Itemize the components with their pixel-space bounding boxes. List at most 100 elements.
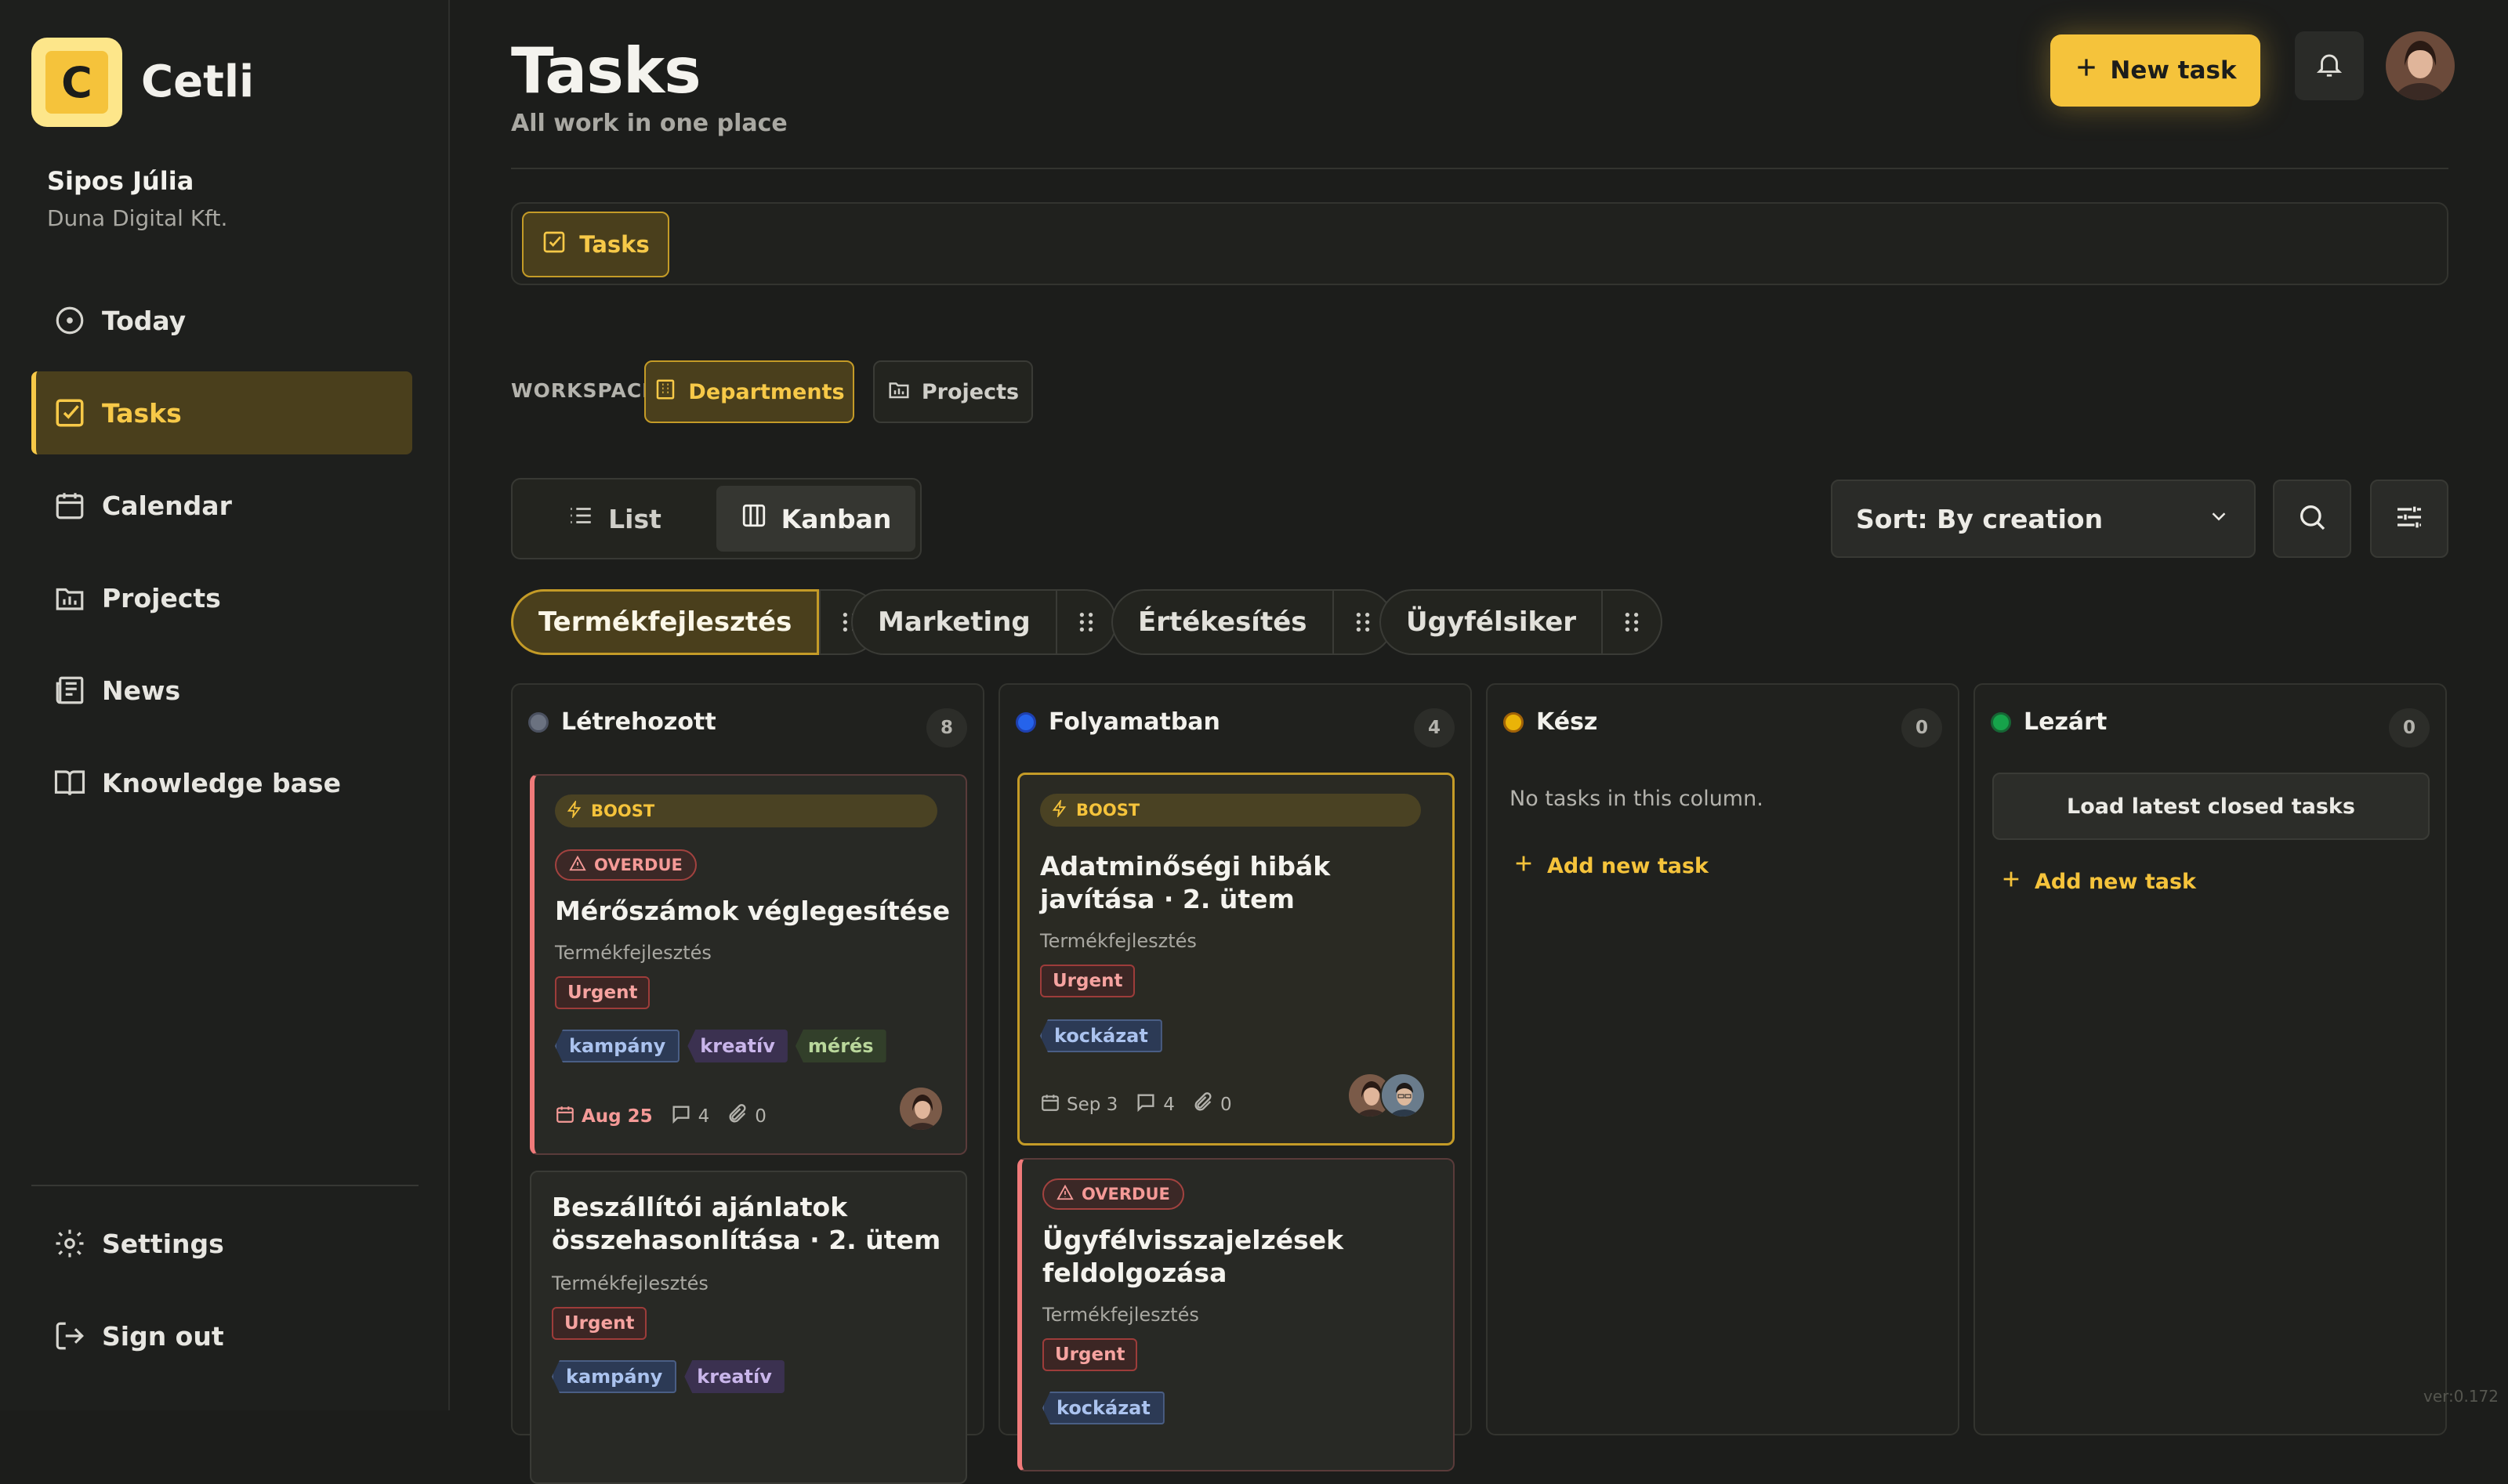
- bell-icon: [2314, 49, 2344, 82]
- sidebar-item-tasks[interactable]: Tasks: [31, 371, 412, 454]
- sidebar-item-label: Projects: [102, 583, 221, 614]
- dept-chip-marketing[interactable]: Marketing: [851, 589, 1117, 655]
- task-title: Beszállítói ajánlatok összehasonlítása ·…: [552, 1191, 951, 1257]
- search-button[interactable]: [2273, 480, 2351, 558]
- column-count: 0: [2389, 708, 2430, 747]
- assignee-avatar[interactable]: [1380, 1073, 1426, 1118]
- book-icon: [53, 766, 86, 799]
- task-title: Ügyfélvisszajelzések feldolgozása: [1042, 1224, 1442, 1290]
- warning-icon: [1056, 1184, 1074, 1205]
- tag: mérés: [796, 1030, 886, 1062]
- tag: kampány: [555, 1030, 680, 1062]
- attachment-count-text: 0: [1220, 1095, 1232, 1115]
- due-date-text: Aug 25: [582, 1106, 653, 1127]
- drag-handle-icon[interactable]: [1601, 589, 1662, 655]
- header-divider: [511, 168, 2448, 169]
- view-kanban-button[interactable]: Kanban: [716, 486, 915, 552]
- task-card[interactable]: BOOST OVERDUE Mérőszámok véglegesítése T…: [530, 774, 967, 1155]
- version-label: ver:0.172: [2423, 1387, 2499, 1406]
- dept-chip-ugyfelsiker[interactable]: Ügyfélsiker: [1379, 589, 1662, 655]
- add-new-task-button[interactable]: Add new task: [2000, 868, 2196, 896]
- assignee-avatar[interactable]: [898, 1086, 944, 1131]
- sign-out-icon: [53, 1319, 86, 1352]
- task-card[interactable]: OVERDUE Ügyfélvisszajelzések feldolgozás…: [1017, 1158, 1455, 1471]
- dept-chip-label[interactable]: Ügyfélsiker: [1379, 589, 1601, 655]
- dept-chip-termekfejlesztes[interactable]: Termékfejlesztés: [511, 589, 880, 655]
- task-tags: kampány kreatív mérés: [555, 1030, 886, 1062]
- sidebar-item-label: Knowledge base: [102, 768, 341, 798]
- filter-button[interactable]: [2370, 480, 2448, 558]
- add-task-label: Add new task: [2035, 870, 2196, 894]
- folder-chart-icon: [887, 378, 911, 407]
- add-task-label: Add new task: [1547, 854, 1709, 878]
- sidebar-item-label: Sign out: [102, 1321, 224, 1352]
- status-dot: [1503, 712, 1524, 733]
- page-title: Tasks: [511, 34, 701, 107]
- tab-tasks[interactable]: Tasks: [522, 212, 669, 277]
- sort-select[interactable]: Sort: By creation: [1831, 480, 2256, 558]
- user-avatar[interactable]: [2386, 31, 2455, 100]
- column-header: Létrehozott: [528, 708, 716, 736]
- column-header: Kész: [1503, 708, 1597, 736]
- sidebar-item-sign-out[interactable]: Sign out: [31, 1294, 412, 1377]
- sidebar-item-news[interactable]: News: [31, 649, 412, 732]
- comment-count: 4: [1135, 1091, 1175, 1118]
- workspace-projects[interactable]: Projects: [873, 360, 1033, 423]
- brand-name: Cetli: [141, 56, 254, 107]
- view-option-label: List: [608, 504, 661, 534]
- overdue-label: OVERDUE: [594, 856, 683, 874]
- workspace-departments[interactable]: Departments: [644, 360, 854, 423]
- app-logo[interactable]: C: [31, 38, 122, 127]
- dept-chip-label[interactable]: Marketing: [851, 589, 1056, 655]
- folder-chart-icon: [53, 581, 86, 614]
- task-card[interactable]: BOOST Adatminőségi hibák javítása · 2. ü…: [1017, 773, 1455, 1146]
- clock-icon: [53, 304, 86, 337]
- column-title: Folyamatban: [1049, 708, 1220, 736]
- add-new-task-button[interactable]: Add new task: [1513, 852, 1709, 880]
- logo-letter: C: [45, 51, 108, 114]
- sidebar-item-knowledge-base[interactable]: Knowledge base: [31, 741, 412, 824]
- dept-chip-ertekesites[interactable]: Értékesítés: [1111, 589, 1394, 655]
- lightning-icon: [1051, 800, 1068, 821]
- paperclip-icon: [727, 1103, 748, 1130]
- comment-count: 4: [670, 1103, 710, 1130]
- chevron-down-icon: [2207, 504, 2231, 534]
- load-closed-tasks-button[interactable]: Load latest closed tasks: [1992, 773, 2430, 840]
- calendar-icon: [555, 1104, 575, 1129]
- comment-icon: [1135, 1091, 1157, 1118]
- priority-badge: Urgent: [552, 1307, 647, 1340]
- status-dot: [528, 712, 549, 733]
- task-card[interactable]: Beszállítói ajánlatok összehasonlítása ·…: [530, 1171, 967, 1484]
- sidebar-item-settings[interactable]: Settings: [31, 1202, 412, 1285]
- attachment-count: 0: [727, 1103, 767, 1130]
- notifications-button[interactable]: [2295, 31, 2364, 100]
- column-header: Lezárt: [1991, 708, 2107, 736]
- view-option-label: Kanban: [781, 504, 892, 534]
- tab-bar: Tasks: [511, 202, 2448, 285]
- sidebar-item-projects[interactable]: Projects: [31, 556, 412, 639]
- sidebar-item-calendar[interactable]: Calendar: [31, 464, 412, 547]
- boost-badge: BOOST: [1040, 794, 1421, 827]
- kanban-icon: [741, 502, 767, 535]
- tag: kockázat: [1042, 1392, 1165, 1424]
- drag-handle-icon[interactable]: [1056, 589, 1117, 655]
- newspaper-icon: [53, 674, 86, 707]
- sidebar-item-today[interactable]: Today: [31, 279, 412, 362]
- tab-label: Tasks: [579, 231, 649, 258]
- sidebar-divider: [31, 1185, 419, 1186]
- calendar-icon: [1040, 1092, 1060, 1117]
- due-date: Aug 25: [555, 1104, 653, 1129]
- paperclip-icon: [1192, 1091, 1214, 1118]
- warning-icon: [569, 855, 586, 876]
- priority-badge: Urgent: [1040, 965, 1135, 997]
- column-title: Lezárt: [2024, 708, 2107, 736]
- task-tags: kockázat: [1040, 1019, 1162, 1052]
- boost-badge: BOOST: [555, 794, 937, 827]
- dept-chip-label[interactable]: Termékfejlesztés: [511, 589, 819, 655]
- task-department: Termékfejlesztés: [555, 942, 712, 964]
- new-task-button[interactable]: New task: [2050, 34, 2260, 107]
- sidebar-item-label: News: [102, 675, 180, 706]
- dept-chip-label[interactable]: Értékesítés: [1111, 589, 1332, 655]
- sidebar-item-label: Today: [102, 306, 186, 336]
- view-list-button[interactable]: List: [519, 486, 710, 552]
